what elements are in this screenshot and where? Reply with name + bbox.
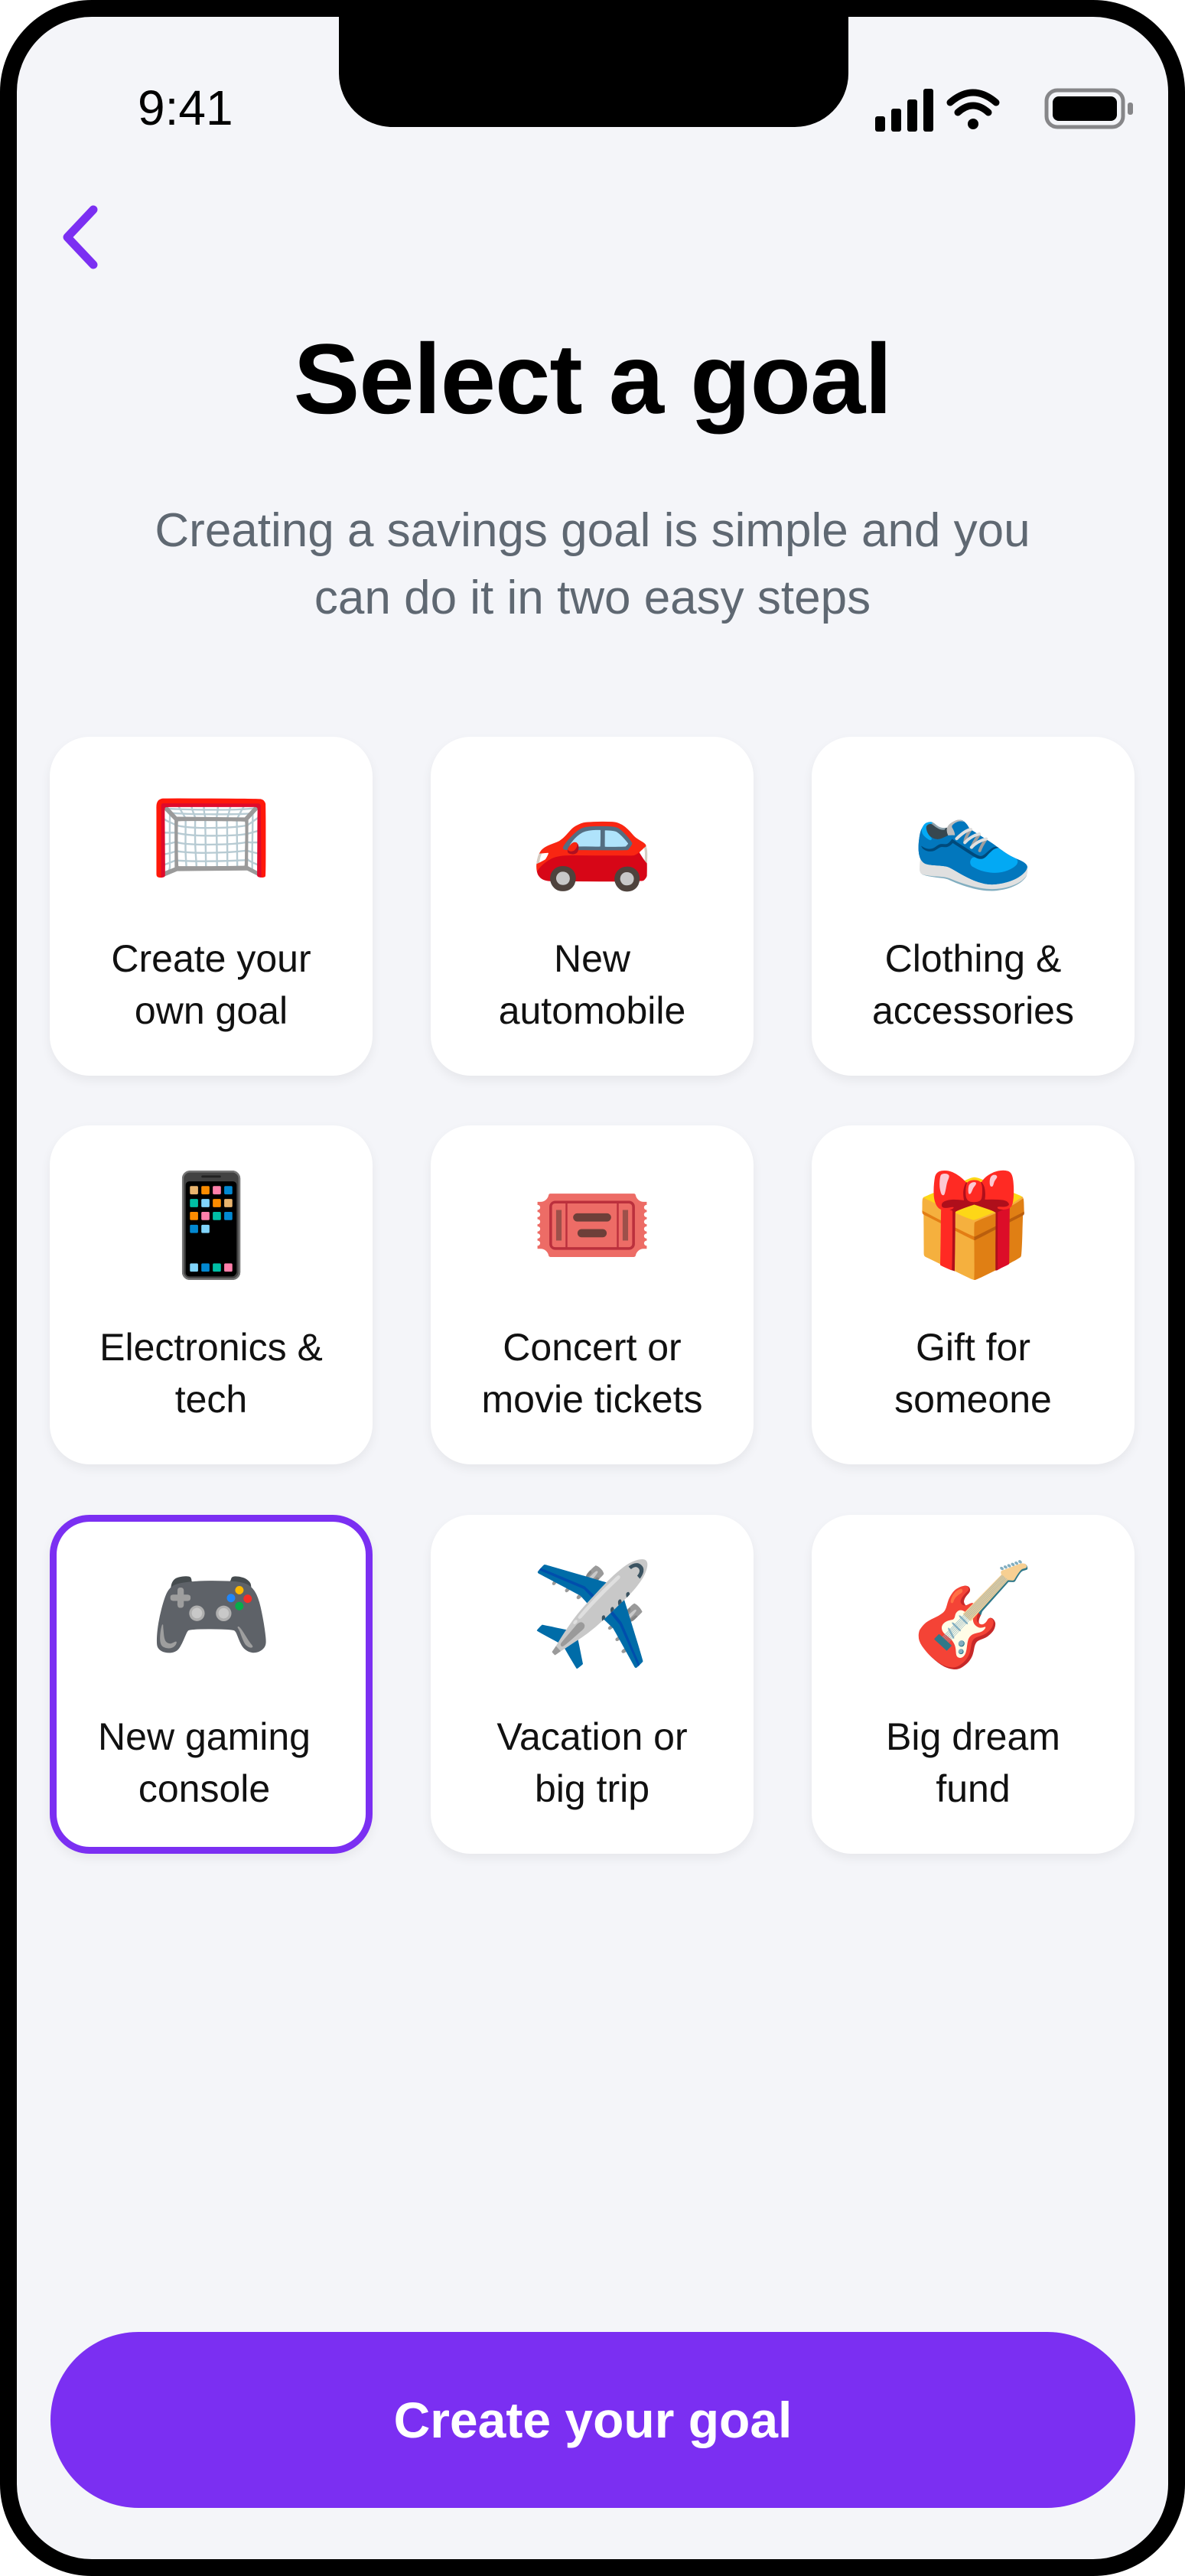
notch bbox=[339, 17, 848, 127]
status-time: 9:41 bbox=[138, 80, 233, 135]
goal-card-label: Clothing & accessories bbox=[872, 937, 1074, 1032]
guitar-icon: 🎸 bbox=[911, 1558, 1035, 1670]
goal-card[interactable]: 🚗 New automobile bbox=[431, 737, 754, 1076]
goal-net-icon: 🥅 bbox=[149, 780, 273, 892]
ticket-icon: 🎟️ bbox=[530, 1169, 654, 1281]
goal-card-label: Big dream fund bbox=[886, 1715, 1060, 1810]
goal-card-label: Vacation or big trip bbox=[496, 1715, 688, 1810]
status-icons bbox=[875, 88, 1133, 132]
goal-card[interactable]: ✈️ Vacation or big trip bbox=[431, 1515, 754, 1854]
phone-frame: 9:41 Select a goal Creating a savings go… bbox=[0, 0, 1185, 2576]
goal-card[interactable]: 🎸 Big dream fund bbox=[812, 1515, 1135, 1854]
battery-icon bbox=[1044, 88, 1133, 129]
goal-card[interactable]: 🎟️ Concert or movie tickets bbox=[431, 1125, 754, 1464]
goal-card-label: Create your own goal bbox=[111, 937, 311, 1032]
create-goal-button[interactable]: Create your goal bbox=[50, 2332, 1135, 2508]
goal-card[interactable]: 🎮 New gaming console bbox=[50, 1515, 373, 1854]
goal-card-label: Concert or movie tickets bbox=[481, 1326, 703, 1421]
goal-card[interactable]: 🎁 Gift for someone bbox=[812, 1125, 1135, 1464]
goal-card[interactable]: 🥅 Create your own goal bbox=[50, 737, 373, 1076]
goal-card-label: New automobile bbox=[498, 937, 686, 1032]
gamepad-icon: 🎮 bbox=[149, 1558, 273, 1670]
goal-card[interactable]: 👟 Clothing & accessories bbox=[812, 737, 1135, 1076]
goal-card[interactable]: 📱 Electronics & tech bbox=[50, 1125, 373, 1464]
goal-card-label: New gaming console bbox=[98, 1715, 311, 1810]
page-subtitle: Creating a savings goal is simple and yo… bbox=[155, 504, 1030, 624]
airplane-icon: ✈️ bbox=[530, 1558, 654, 1670]
page-title: Select a goal bbox=[293, 323, 893, 435]
gift-icon: 🎁 bbox=[911, 1169, 1035, 1281]
chevron-left-icon bbox=[63, 205, 98, 269]
sneaker-icon: 👟 bbox=[911, 780, 1035, 892]
goal-card-label: Electronics & tech bbox=[99, 1326, 323, 1421]
phone-icon: 📱 bbox=[149, 1169, 273, 1281]
goal-card-label: Gift for someone bbox=[894, 1326, 1052, 1421]
back-button[interactable] bbox=[47, 199, 116, 275]
signal-icon bbox=[875, 89, 933, 132]
wifi-icon bbox=[946, 89, 1000, 129]
car-icon: 🚗 bbox=[530, 780, 654, 892]
